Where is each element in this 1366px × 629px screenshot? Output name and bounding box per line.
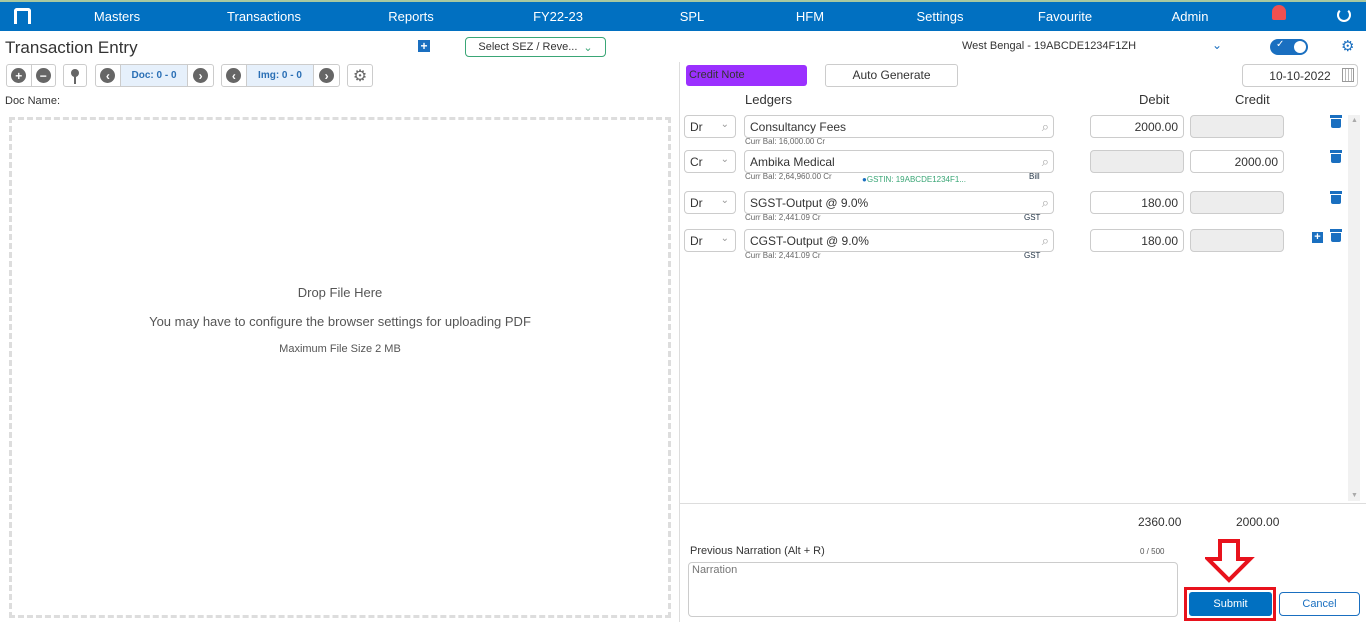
doc-navigator: ‹ Doc: 0 - 0 ›	[95, 64, 214, 87]
row-tag[interactable]: GST	[1024, 213, 1040, 222]
dr-cr-select[interactable]: Dr ⌄	[684, 115, 736, 138]
submit-button[interactable]: Submit	[1189, 592, 1272, 616]
credit-input[interactable]	[1190, 115, 1284, 138]
narration-count: 0 / 500	[1140, 547, 1165, 556]
search-icon[interactable]: ⌕	[1042, 233, 1049, 249]
chevron-down-icon[interactable]: ⌄	[1212, 38, 1222, 52]
doc-counter: Doc: 0 - 0	[120, 65, 189, 86]
ledger-input[interactable]: CGST-Output @ 9.0% ⌕	[744, 229, 1054, 252]
current-balance: Curr Bal: 2,441.09 Cr	[745, 251, 821, 260]
chevron-down-icon: ⌄	[720, 195, 729, 206]
power-icon[interactable]	[1337, 8, 1351, 22]
gear-icon[interactable]: ⚙	[1341, 37, 1354, 55]
zoom-group: + −	[6, 64, 56, 87]
calendar-icon[interactable]	[1342, 68, 1354, 82]
toggle-switch[interactable]: ✓	[1270, 39, 1308, 55]
scrollbar[interactable]: ▲ ▼	[1348, 115, 1360, 501]
drop-max-size: Maximum File Size 2 MB	[279, 343, 401, 355]
pin-icon	[71, 68, 79, 84]
nav-reports[interactable]: Reports	[388, 9, 434, 24]
doc-name-label: Doc Name:	[5, 95, 61, 107]
nav-settings[interactable]: Settings	[917, 9, 964, 24]
chevron-down-icon: ⌄	[720, 119, 729, 130]
img-navigator: ‹ Img: 0 - 0 ›	[221, 64, 340, 87]
sez-select[interactable]: Select SEZ / Reve... ⌄	[465, 37, 606, 57]
header-debit: Debit	[1139, 92, 1170, 107]
cancel-button[interactable]: Cancel	[1279, 592, 1360, 616]
nav-transactions[interactable]: Transactions	[227, 9, 301, 24]
debit-input[interactable]: 180.00	[1090, 191, 1184, 214]
gstin-link[interactable]: ●GSTIN: 19ABCDE1234F1...	[862, 175, 966, 184]
current-balance: Curr Bal: 16,000.00 Cr	[745, 137, 826, 146]
trash-icon[interactable]	[1330, 191, 1342, 204]
zoom-out-icon[interactable]: −	[35, 68, 51, 83]
arrow-down-icon	[1205, 539, 1255, 583]
prev-img-icon[interactable]: ‹	[226, 68, 242, 83]
previous-narration-link[interactable]: Previous Narration (Alt + R)	[690, 545, 825, 557]
drop-hint: You may have to configure the browser se…	[149, 314, 531, 329]
total-credit: 2000.00	[1236, 515, 1280, 529]
drop-title: Drop File Here	[297, 285, 383, 300]
credit-input[interactable]: 2000.00	[1190, 150, 1284, 173]
nav-fy[interactable]: FY22-23	[533, 9, 583, 24]
debit-input[interactable]: 180.00	[1090, 229, 1184, 252]
gst-select[interactable]: West Bengal - 19ABCDE1234F1ZH	[962, 40, 1136, 52]
trash-icon[interactable]	[1330, 150, 1342, 163]
divider	[680, 503, 1366, 504]
credit-input[interactable]	[1190, 191, 1284, 214]
ledger-input[interactable]: Ambika Medical ⌕	[744, 150, 1054, 173]
logo-icon[interactable]	[14, 8, 31, 24]
search-icon[interactable]: ⌕	[1042, 195, 1049, 211]
next-img-icon[interactable]: ›	[319, 68, 335, 83]
chevron-down-icon: ⌄	[720, 233, 729, 244]
debit-input[interactable]	[1090, 150, 1184, 173]
search-icon[interactable]: ⌕	[1042, 119, 1049, 135]
credit-input[interactable]	[1190, 229, 1284, 252]
nav-favourite[interactable]: Favourite	[1038, 9, 1092, 24]
trash-icon[interactable]	[1330, 229, 1342, 242]
ledger-input[interactable]: SGST-Output @ 9.0% ⌕	[744, 191, 1054, 214]
header-credit: Credit	[1235, 92, 1270, 107]
zoom-in-icon[interactable]: +	[11, 68, 27, 83]
img-counter: Img: 0 - 0	[246, 65, 315, 86]
add-icon[interactable]: +	[418, 40, 430, 52]
nav-spl[interactable]: SPL	[680, 9, 705, 24]
add-row-icon[interactable]: +	[1312, 232, 1323, 243]
trash-icon[interactable]	[1330, 115, 1342, 128]
top-nav: Masters Transactions Reports FY22-23 SPL…	[0, 0, 1366, 31]
bell-icon[interactable]	[1272, 5, 1286, 20]
debit-input[interactable]: 2000.00	[1090, 115, 1184, 138]
dr-cr-select[interactable]: Dr ⌄	[684, 229, 736, 252]
nav-masters[interactable]: Masters	[94, 9, 140, 24]
chevron-down-icon: ⌄	[720, 154, 729, 165]
row-tag[interactable]: GST	[1024, 251, 1040, 260]
date-input[interactable]: 10-10-2022	[1242, 64, 1358, 87]
pin-button[interactable]	[63, 64, 87, 87]
settings-gear-icon[interactable]: ⚙	[347, 64, 373, 87]
divider	[679, 62, 680, 622]
file-drop-zone[interactable]: Drop File Here You may have to configure…	[9, 117, 671, 618]
ledger-input[interactable]: Consultancy Fees ⌕	[744, 115, 1054, 138]
total-debit: 2360.00	[1138, 515, 1182, 529]
dr-cr-select[interactable]: Dr ⌄	[684, 191, 736, 214]
prev-doc-icon[interactable]: ‹	[100, 68, 116, 83]
chevron-down-icon: ⌄	[583, 41, 593, 54]
auto-generate-button[interactable]: Auto Generate	[825, 64, 958, 87]
dr-cr-select[interactable]: Cr ⌄	[684, 150, 736, 173]
row-tag[interactable]: Bill	[1029, 172, 1040, 181]
current-balance: Curr Bal: 2,64,960.00 Cr	[745, 172, 832, 181]
narration-input[interactable]	[688, 562, 1178, 617]
header-ledgers: Ledgers	[745, 92, 792, 107]
page-title: Transaction Entry	[5, 38, 138, 57]
voucher-type-select[interactable]: Credit Note	[686, 65, 807, 86]
current-balance: Curr Bal: 2,441.09 Cr	[745, 213, 821, 222]
nav-hfm[interactable]: HFM	[796, 9, 824, 24]
search-icon[interactable]: ⌕	[1042, 154, 1049, 170]
nav-admin[interactable]: Admin	[1172, 9, 1209, 24]
next-doc-icon[interactable]: ›	[193, 68, 209, 83]
